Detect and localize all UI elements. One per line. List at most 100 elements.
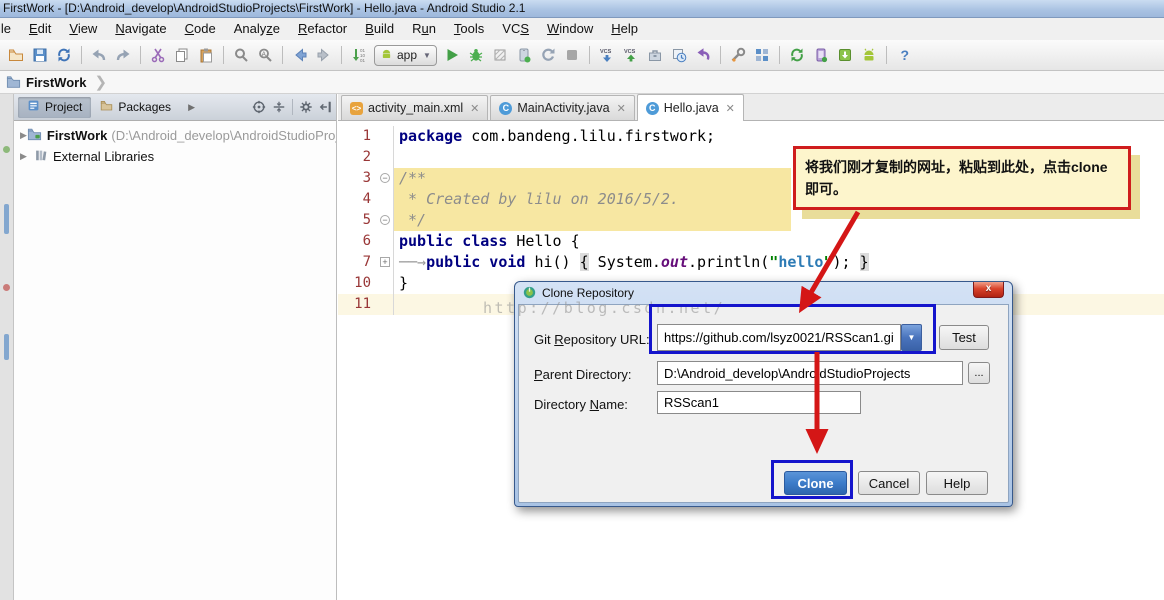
xml-file-icon: <> [350, 101, 363, 115]
cut-icon[interactable] [147, 44, 169, 66]
attach-debugger-icon[interactable] [513, 44, 535, 66]
menu-item-tools[interactable]: Tools [445, 18, 493, 40]
help-icon[interactable]: ? [893, 44, 915, 66]
menu-item-view[interactable]: View [60, 18, 106, 40]
undo-icon[interactable] [88, 44, 110, 66]
line-number: 7 + [338, 252, 394, 273]
toolbar-separator [282, 46, 283, 64]
find-icon[interactable] [230, 44, 252, 66]
collapse-all-icon[interactable] [269, 97, 289, 117]
chevron-right-icon: ❯ [94, 74, 108, 91]
menu-item-navigate[interactable]: Navigate [106, 18, 175, 40]
cancel-button[interactable]: Cancel [858, 471, 920, 495]
fold-expand-icon[interactable]: + [380, 257, 390, 267]
run-icon[interactable] [441, 44, 463, 66]
annotation-callout: 将我们刚才复制的网址，粘贴到此处，点击clone即可。 [793, 146, 1131, 210]
toolbar-separator [588, 46, 590, 64]
copy-icon[interactable] [171, 44, 193, 66]
chevron-right-icon[interactable]: ▶ [20, 130, 27, 141]
open-folder-icon[interactable] [5, 44, 27, 66]
line-number: 10 [338, 273, 394, 294]
project-panel-tab-project[interactable]: Project [18, 96, 92, 118]
menu-item-analyze[interactable]: Analyze [225, 18, 289, 40]
menu-item-help[interactable]: Help [602, 18, 647, 40]
stop-icon[interactable] [561, 44, 583, 66]
project-tool-window: Project Packages ▶ ▶ FirstWork (D:\Android_d… [14, 94, 337, 600]
line-number: 4 [338, 189, 394, 210]
rollback-icon[interactable] [692, 44, 714, 66]
title-bar: FirstWork - [D:\Android_develop\AndroidS… [0, 0, 1164, 18]
avd-manager-icon[interactable] [834, 44, 856, 66]
project-panel-tab-packages[interactable]: Packages [91, 97, 180, 118]
menu-item-window[interactable]: Window [538, 18, 602, 40]
fold-collapse-icon[interactable]: − [380, 173, 390, 183]
vcs-commit-icon[interactable]: VCS [620, 44, 642, 66]
coverage-icon[interactable] [489, 44, 511, 66]
line-number: 3− [338, 168, 394, 189]
menu-item-refactor[interactable]: Refactor [289, 18, 356, 40]
android-device-icon[interactable] [858, 44, 880, 66]
run-configuration-selector[interactable]: app ▼ [374, 44, 437, 66]
code-line[interactable]: 1 package com.bandeng.lilu.firstwork; [338, 126, 1164, 147]
sync-icon[interactable] [53, 44, 75, 66]
menu-item-build[interactable]: Build [356, 18, 403, 40]
tree-row-firstwork[interactable]: ▶ FirstWork (D:\Android_develop\AndroidStu… [14, 125, 336, 146]
svg-text:A: A [262, 52, 266, 58]
editor-tab-mainactivity-java[interactable]: C MainActivity.java ✕ [490, 95, 635, 120]
gradle-sync-icon[interactable] [786, 44, 808, 66]
project-structure-icon[interactable] [751, 44, 773, 66]
parent-directory-input[interactable] [657, 361, 963, 385]
menu-item-edit[interactable]: Edit [20, 18, 60, 40]
forward-icon[interactable] [313, 44, 335, 66]
close-tab-icon[interactable]: ✕ [617, 102, 626, 115]
close-tab-icon[interactable]: ✕ [470, 102, 479, 115]
vcs-update-icon[interactable]: VCS [596, 44, 618, 66]
menu-item-vcs[interactable]: VCS [493, 18, 538, 40]
save-icon[interactable] [29, 44, 51, 66]
dialog-title-bar[interactable]: Clone Repository [515, 282, 1012, 303]
close-tab-icon[interactable]: ✕ [726, 102, 735, 115]
paste-icon[interactable] [195, 44, 217, 66]
directory-name-input[interactable] [657, 391, 861, 414]
test-button[interactable]: Test [939, 325, 989, 350]
expand-arrow-icon[interactable]: ▶ [188, 102, 195, 113]
hide-panel-icon[interactable] [316, 97, 336, 117]
strip-marker [3, 146, 10, 153]
line-ordering-icon[interactable]: 01 10 01 [348, 44, 370, 66]
locate-icon[interactable] [249, 97, 269, 117]
gear-icon[interactable] [296, 97, 316, 117]
replace-icon[interactable]: A [254, 44, 276, 66]
fold-collapse-icon[interactable]: − [380, 215, 390, 225]
editor-tab-hello-java[interactable]: C Hello.java ✕ [636, 94, 744, 121]
tool-window-bar[interactable] [0, 94, 14, 600]
help-button[interactable]: Help [926, 471, 988, 495]
back-icon[interactable] [289, 44, 311, 66]
android-folder-icon [27, 127, 47, 144]
menu-item-run[interactable]: Run [403, 18, 445, 40]
menu-item-code[interactable]: Code [176, 18, 225, 40]
chevron-right-icon[interactable]: ▶ [20, 151, 33, 162]
url-highlight-rectangle [649, 304, 936, 354]
toolbar-separator [341, 46, 342, 64]
code-line[interactable]: 7 + ──→public void hi() { System.out.print… [338, 252, 1164, 273]
sdk-manager-icon[interactable] [810, 44, 832, 66]
history-icon[interactable] [668, 44, 690, 66]
breadcrumb-project[interactable]: FirstWork [26, 75, 86, 90]
libraries-icon [33, 148, 53, 165]
breadcrumb: FirstWork ❯ [0, 71, 1164, 94]
debug-icon[interactable] [465, 44, 487, 66]
browse-button[interactable]: ... [968, 362, 990, 384]
menu-item-file[interactable]: File [0, 18, 20, 40]
dialog-close-button[interactable]: x [973, 282, 1004, 298]
code-line[interactable]: 6 public class Hello { [338, 231, 1164, 252]
shelve-icon[interactable] [644, 44, 666, 66]
toolbar-separator [140, 46, 141, 64]
settings-icon[interactable] [727, 44, 749, 66]
code-line[interactable]: 5− */ [338, 210, 1164, 231]
tree-row-external-libraries[interactable]: ▶ External Libraries [14, 146, 336, 167]
editor-tab-activity_main-xml[interactable]: <> activity_main.xml ✕ [341, 95, 489, 120]
main-toolbar: A 01 10 01 app ▼ VCS VCS? [0, 40, 1164, 71]
line-number: 1 [338, 126, 394, 147]
redo-icon[interactable] [112, 44, 134, 66]
rerun-icon[interactable] [537, 44, 559, 66]
